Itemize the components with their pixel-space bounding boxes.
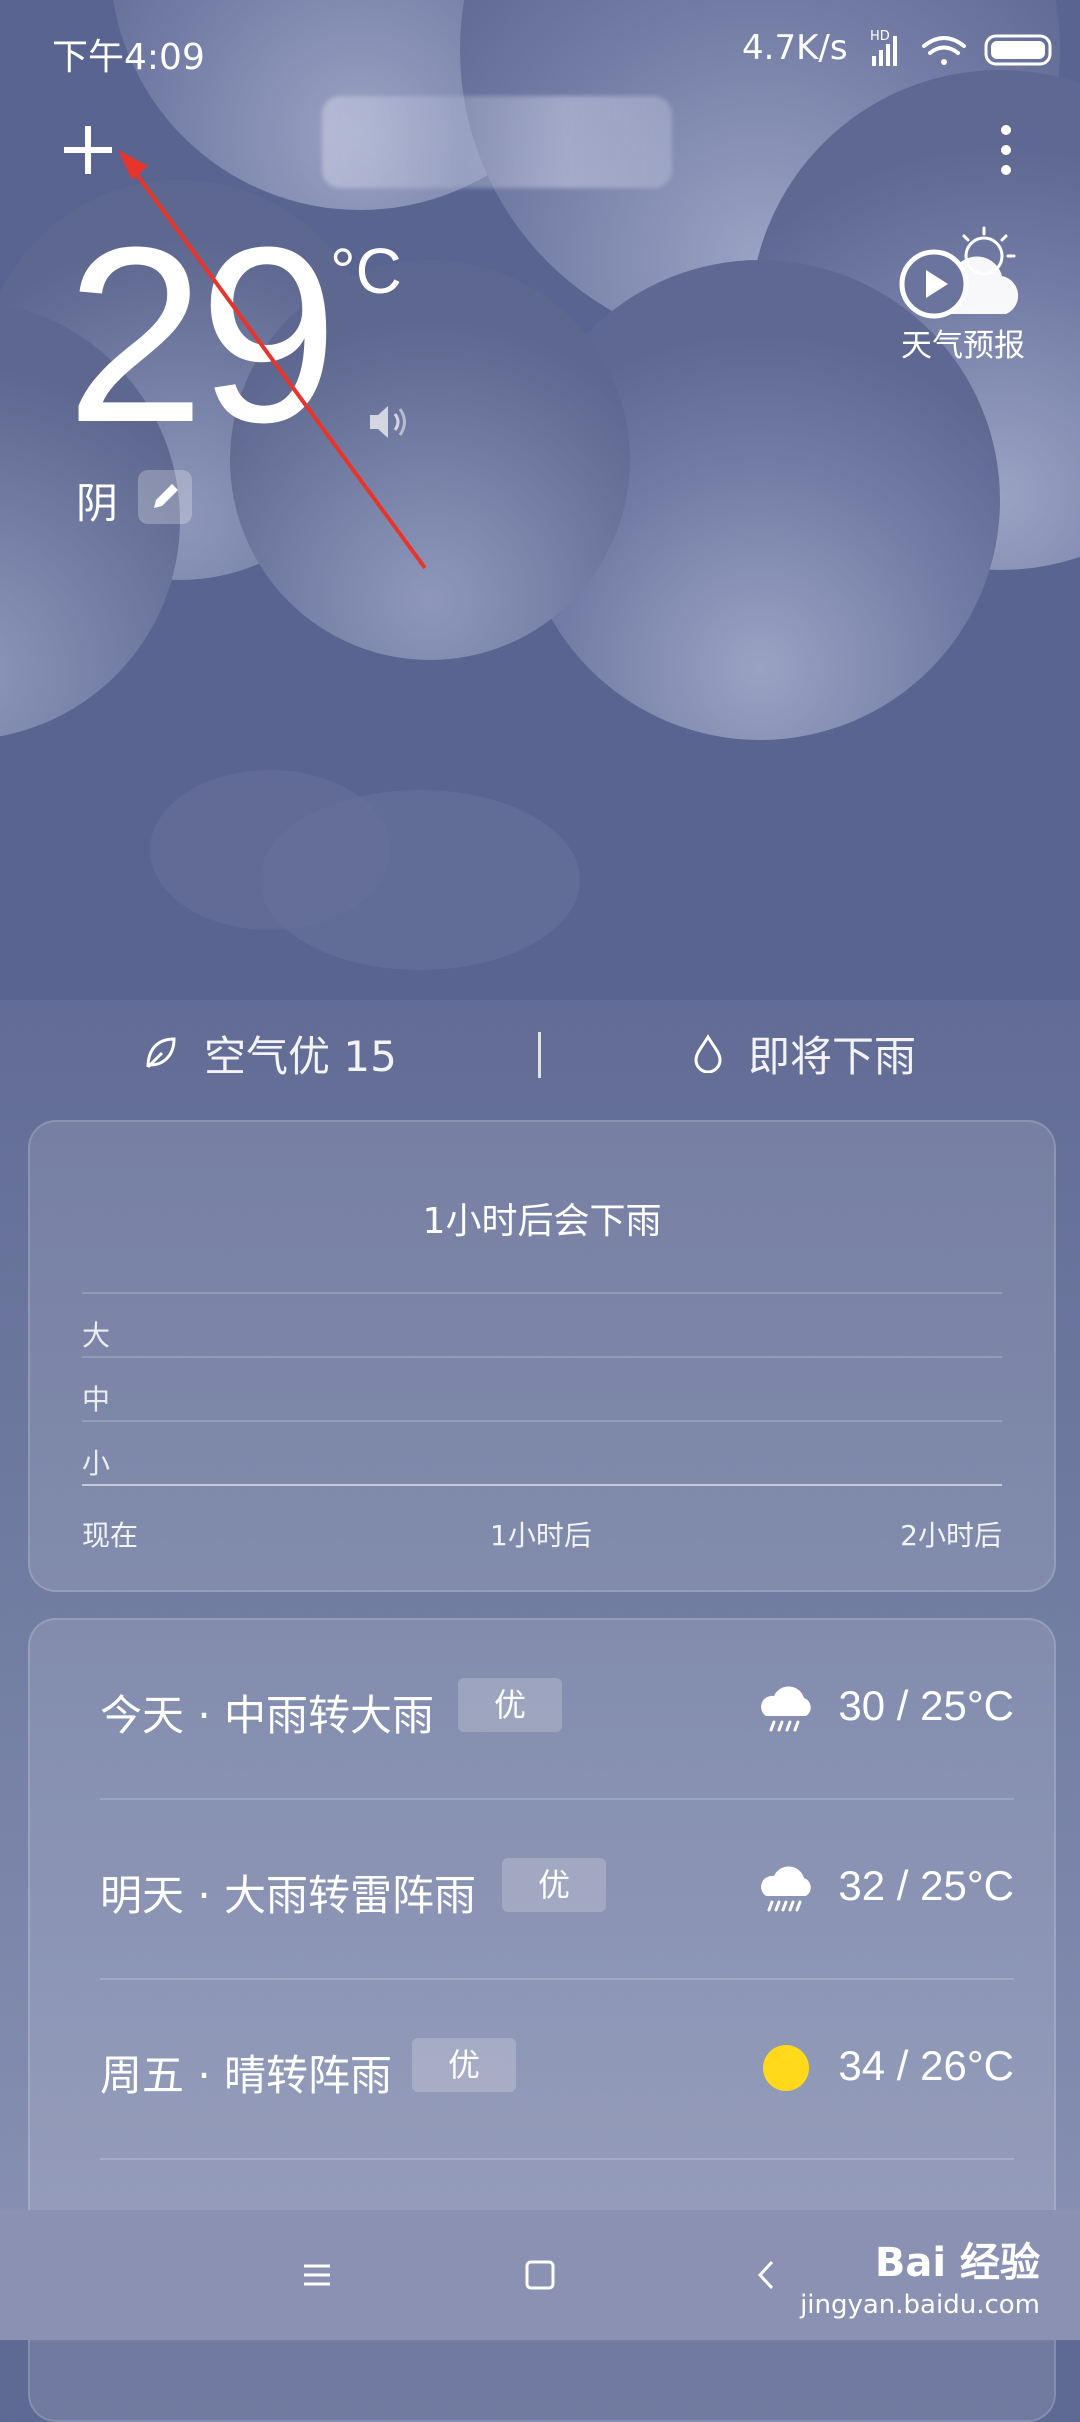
summary-row: 空气优 15 即将下雨: [0, 1018, 1080, 1088]
add-city-button[interactable]: [60, 122, 116, 178]
water-drop-icon: [694, 1034, 722, 1073]
air-quality-text: 空气优 15: [204, 1031, 397, 1081]
rain-x-label: 现在: [82, 1519, 139, 1552]
square-icon: [525, 2260, 555, 2290]
day-label: 今天 · 中雨转大雨: [100, 1691, 435, 1740]
rain-gridline: [82, 1356, 1002, 1358]
forecast-label[interactable]: 天气预报: [896, 320, 1030, 365]
sun-icon: [763, 2045, 809, 2091]
baidu-watermark: Bai 经验: [874, 2240, 1040, 2286]
rain-forecast-card[interactable]: 1小时后会下雨 大 中 小 现在 1小时后 2小时后: [28, 1120, 1056, 1592]
rain-cloud-icon: [761, 1866, 811, 1912]
rain-x-label: 2小时后: [900, 1519, 1002, 1552]
city-name-blurred[interactable]: [322, 96, 672, 188]
summary-divider: [538, 1032, 541, 1078]
day-temperature: 30 / 25°C: [838, 1682, 1014, 1729]
rain-gridline: [82, 1420, 1002, 1422]
rain-cloud-icon: [761, 1686, 811, 1732]
current-temperature: 29: [66, 195, 338, 474]
aqi-badge: 优: [502, 1858, 607, 1912]
rain-baseline: [82, 1484, 1002, 1486]
daily-row[interactable]: 周五 · 晴转阵雨 优 34 / 26°C: [100, 1980, 1014, 2160]
home-button[interactable]: [515, 2250, 565, 2300]
rain-x-label: 1小时后: [490, 1519, 592, 1552]
rain-gridline: [82, 1292, 1002, 1294]
rain-level-label: 大: [82, 1319, 111, 1352]
chevron-left-icon: [757, 2260, 774, 2290]
day-label: 明天 · 大雨转雷阵雨: [100, 1871, 477, 1920]
weather-condition: 阴: [76, 479, 119, 528]
forecast-video-button[interactable]: [896, 226, 1030, 322]
rain-level-label: 中: [82, 1383, 111, 1416]
rain-level-label: 小: [82, 1447, 111, 1480]
back-button[interactable]: [742, 2250, 792, 2300]
status-time: 下午4:09: [52, 37, 205, 78]
speaker-icon[interactable]: [366, 400, 412, 444]
day-temperature: 34 / 26°C: [838, 2042, 1014, 2089]
leaf-icon: [146, 1037, 176, 1069]
sun-behind-cloud-icon: [899, 226, 1019, 319]
more-menu-button[interactable]: [992, 122, 1020, 178]
status-icons: HD: [870, 29, 1052, 66]
hd-label: HD: [870, 29, 890, 44]
temperature-unit: °C: [330, 235, 402, 307]
day-temperature: 32 / 25°C: [838, 1862, 1014, 1909]
battery-icon: [984, 34, 1052, 66]
edit-button[interactable]: [138, 470, 192, 524]
more-vertical-icon: [1001, 125, 1011, 175]
aqi-badge: 优: [458, 1678, 563, 1732]
daily-row[interactable]: 今天 · 中雨转大雨 优 30 / 25°C: [100, 1620, 1014, 1800]
aqi-badge: 优: [412, 2038, 517, 2092]
air-quality[interactable]: 空气优 15: [140, 1018, 397, 1088]
rain-card-title: 1小时后会下雨: [422, 1201, 662, 1242]
row-divider: [100, 2158, 1014, 2160]
pencil-icon: [154, 484, 178, 508]
rain-status[interactable]: 即将下雨: [690, 1018, 916, 1088]
baidu-watermark-url: jingyan.baidu.com: [800, 2290, 1040, 2320]
plus-icon: [64, 126, 112, 174]
rain-status-text: 即将下雨: [748, 1031, 917, 1081]
recent-apps-button[interactable]: [292, 2250, 342, 2300]
wifi-icon: [922, 36, 966, 65]
day-label: 周五 · 晴转阵雨: [100, 2051, 393, 2100]
menu-icon: [304, 2264, 330, 2286]
daily-row[interactable]: 明天 · 大雨转雷阵雨 优 32 / 25°C: [100, 1800, 1014, 1980]
network-speed: 4.7K/s: [742, 28, 848, 68]
